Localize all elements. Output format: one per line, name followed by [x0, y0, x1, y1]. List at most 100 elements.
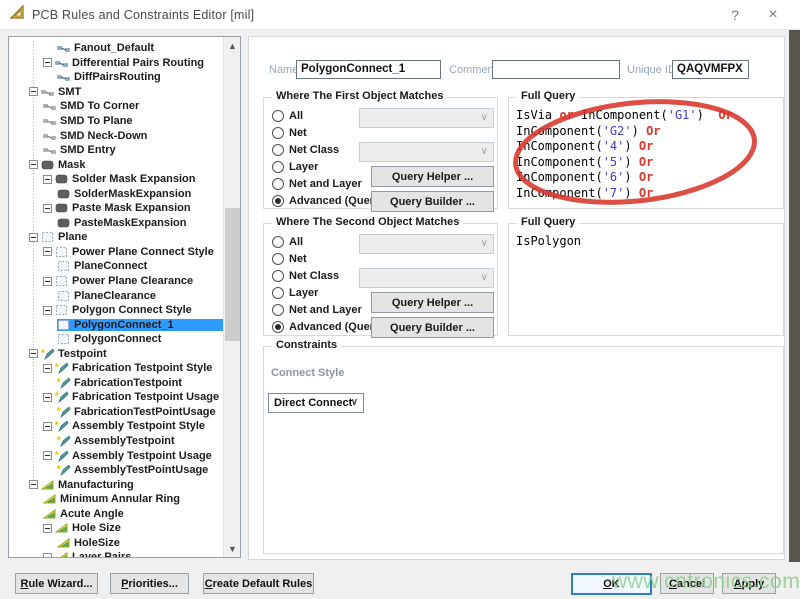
tree-item[interactable]: PolygonConnect [9, 332, 223, 347]
radio-icon[interactable] [272, 304, 284, 316]
comment-input[interactable] [492, 60, 620, 79]
query-string: 'G2' [603, 124, 632, 138]
radio-icon[interactable] [272, 321, 284, 333]
tree-item[interactable]: SMD Neck-Down [9, 128, 223, 143]
scrollbar-thumb[interactable] [225, 208, 240, 341]
collapse-icon[interactable] [29, 87, 38, 96]
collapse-icon[interactable] [43, 175, 52, 184]
tree-item[interactable]: PlaneConnect [9, 259, 223, 274]
radio-icon[interactable] [272, 110, 284, 122]
unique-id-input[interactable]: QAQVMFPX [672, 60, 749, 79]
radio-icon[interactable] [272, 195, 284, 207]
radio-icon[interactable] [272, 287, 284, 299]
collapse-icon[interactable] [43, 204, 52, 213]
close-icon[interactable]: × [758, 0, 788, 30]
tree-item[interactable]: Plane [9, 230, 223, 245]
rule-wizard-button[interactable]: Rule Wizard... [15, 573, 98, 594]
collapse-icon[interactable] [43, 524, 52, 533]
mask-rule-icon [57, 217, 71, 229]
radio-icon[interactable] [272, 144, 284, 156]
radio-icon[interactable] [272, 253, 284, 265]
tree-item[interactable]: Solder Mask Expansion [9, 172, 223, 187]
first-full-query-text[interactable]: IsVia or InComponent('G1') OrInComponent… [516, 108, 779, 204]
collapse-icon[interactable] [43, 277, 52, 286]
collapse-icon[interactable] [43, 247, 52, 256]
tree-item[interactable]: SMD To Corner [9, 99, 223, 114]
tree-item[interactable]: Paste Mask Expansion [9, 201, 223, 216]
collapse-icon[interactable] [29, 233, 38, 242]
second-net-combobox[interactable]: ∨ [359, 234, 494, 254]
tree-item[interactable]: Fanout_Default [9, 41, 223, 56]
first-class-combobox[interactable]: ∨ [359, 142, 494, 162]
second-query-helper-button[interactable]: Query Helper ... [371, 292, 494, 313]
tree-item[interactable]: Power Plane Connect Style [9, 245, 223, 260]
scroll-down-icon[interactable]: ▼ [224, 540, 241, 557]
second-full-query-text[interactable]: IsPolygon [516, 234, 779, 331]
tree-item[interactable]: Hole Size [9, 521, 223, 536]
radio-option-advanced-query-[interactable]: Advanced (Query) [272, 318, 384, 335]
tree-item[interactable]: Testpoint [9, 346, 223, 361]
radio-icon[interactable] [272, 127, 284, 139]
apply-button[interactable]: Apply [722, 573, 776, 594]
tree-item[interactable]: Assembly Testpoint Usage [9, 448, 223, 463]
tree-item[interactable]: AssemblyTestpoint [9, 434, 223, 449]
help-button[interactable]: ? [720, 0, 750, 30]
tree-item[interactable]: HoleSize [9, 536, 223, 551]
connect-style-combobox[interactable]: Direct Connect ∨ [268, 393, 364, 413]
tree-item[interactable]: SolderMaskExpansion [9, 186, 223, 201]
radio-icon[interactable] [272, 236, 284, 248]
tree-item[interactable]: Power Plane Clearance [9, 274, 223, 289]
first-net-combobox[interactable]: ∨ [359, 108, 494, 128]
collapse-icon[interactable] [29, 480, 38, 489]
tree-item[interactable]: Fabrication Testpoint Style [9, 361, 223, 376]
tree-item[interactable]: FabricationTestpoint [9, 376, 223, 391]
collapse-icon[interactable] [43, 58, 52, 67]
tree-scrollbar[interactable]: ▲ ▼ [223, 37, 240, 557]
radio-option-net-and-layer[interactable]: Net and Layer [272, 175, 384, 192]
tree-item[interactable]: PlaneClearance [9, 288, 223, 303]
tree-item[interactable]: Differential Pairs Routing [9, 56, 223, 71]
name-input[interactable]: PolygonConnect_1 [296, 60, 441, 79]
tree-item[interactable]: SMD To Plane [9, 114, 223, 129]
tree-item[interactable]: SMT [9, 85, 223, 100]
priorities-button[interactable]: Priorities... [110, 573, 189, 594]
collapse-icon[interactable] [43, 364, 52, 373]
collapse-icon[interactable] [43, 553, 52, 557]
plane-rule-icon [55, 304, 69, 316]
create-default-rules-button[interactable]: Create Default Rules [203, 573, 314, 594]
first-query-builder-button[interactable]: Query Builder ... [371, 191, 494, 212]
radio-option-advanced-query-[interactable]: Advanced (Query) [272, 192, 384, 209]
tree-item[interactable]: Acute Angle [9, 507, 223, 522]
scroll-up-icon[interactable]: ▲ [224, 37, 241, 54]
radio-icon[interactable] [272, 270, 284, 282]
radio-icon[interactable] [272, 161, 284, 173]
collapse-icon[interactable] [43, 422, 52, 431]
radio-option-net-and-layer[interactable]: Net and Layer [272, 301, 384, 318]
collapse-icon[interactable] [43, 451, 52, 460]
tree-item[interactable]: PolygonConnect_1 [9, 317, 223, 332]
tree-item[interactable]: Minimum Annular Ring [9, 492, 223, 507]
collapse-icon[interactable] [29, 349, 38, 358]
tree-item[interactable]: AssemblyTestPointUsage [9, 463, 223, 478]
second-query-builder-button[interactable]: Query Builder ... [371, 317, 494, 338]
first-query-helper-button[interactable]: Query Helper ... [371, 166, 494, 187]
tree-item[interactable]: SMD Entry [9, 143, 223, 158]
tree-item[interactable]: PasteMaskExpansion [9, 216, 223, 231]
second-class-combobox[interactable]: ∨ [359, 268, 494, 288]
ok-button[interactable]: OK [571, 573, 652, 595]
tree-item[interactable]: DiffPairsRouting [9, 70, 223, 85]
tree-item[interactable]: Layer Pairs [9, 550, 223, 557]
tree-item[interactable]: Manufacturing [9, 477, 223, 492]
collapse-icon[interactable] [29, 160, 38, 169]
first-object-groupbox: Where The First Object Matches AllNetNet… [263, 97, 498, 209]
query-text: InComponent( [574, 108, 668, 122]
radio-icon[interactable] [272, 178, 284, 190]
collapse-icon[interactable] [43, 306, 52, 315]
cancel-button[interactable]: Cancel [660, 573, 714, 594]
tree-item[interactable]: Mask [9, 157, 223, 172]
tree-item[interactable]: FabricationTestPointUsage [9, 405, 223, 420]
tree-item[interactable]: Fabrication Testpoint Usage [9, 390, 223, 405]
collapse-icon[interactable] [43, 393, 52, 402]
tree-item[interactable]: Polygon Connect Style [9, 303, 223, 318]
tree-item[interactable]: Assembly Testpoint Style [9, 419, 223, 434]
